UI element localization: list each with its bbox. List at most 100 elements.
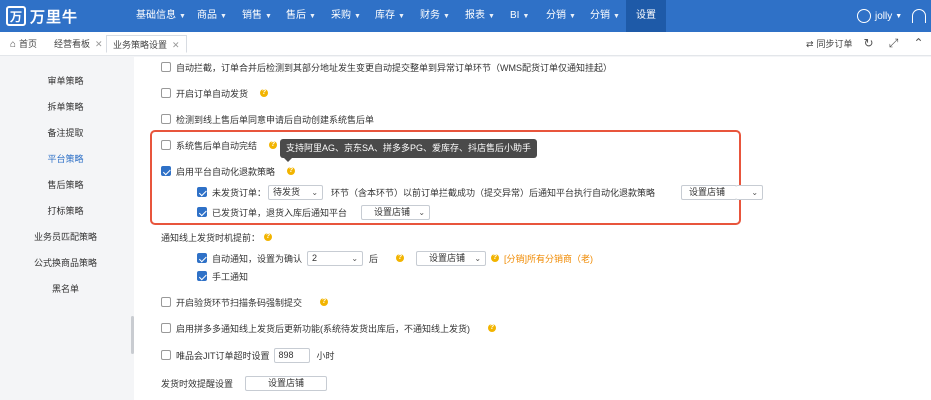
unshipped-label: 未发货订单： (212, 187, 267, 198)
sidebar-item[interactable]: 业务员匹配策略 (0, 229, 131, 245)
chevron-down-icon: ▼ (398, 13, 405, 20)
chevron-down-icon: ▼ (895, 12, 903, 20)
sync-icon: ⇄ (806, 39, 814, 49)
auto-notify-suffix: 后 (369, 253, 379, 264)
scan-force-checkbox[interactable] (161, 297, 171, 307)
logo-mark: 万 (6, 6, 26, 26)
fullscreen-icon[interactable]: ⤢ (887, 37, 900, 50)
auto-intercept-label: 自动拦截，订单合并后检测到其部分地址发生变更自动提交整单到异常订单环节（WMS配… (176, 62, 612, 73)
aftersale-complete-label: 系统售后单自动完结 (176, 140, 258, 151)
help-icon[interactable]: ? (488, 324, 496, 332)
headset-icon[interactable] (912, 9, 926, 23)
select-value: 设置店铺 (374, 206, 411, 217)
nav-label: 销售 (242, 10, 262, 21)
auto-refund-label: 启用平台自动化退款策略 (176, 166, 276, 177)
manual-notify-checkbox[interactable] (197, 271, 207, 281)
chevron-down-icon: ▼ (220, 13, 227, 20)
tab-label: 经营看板 (54, 39, 91, 49)
sidebar-item[interactable]: 拆单策略 (0, 99, 131, 115)
nav-after-sales[interactable]: 售后 ▼ (286, 0, 316, 32)
nav-inventory[interactable]: 库存 ▼ (375, 0, 405, 32)
close-icon[interactable]: ✕ (95, 39, 103, 49)
shipped-store-select[interactable]: 设置店铺 ⌄ (361, 204, 431, 220)
help-icon[interactable]: ? (287, 167, 296, 175)
sidebar-item[interactable]: 平台策略 (0, 151, 131, 167)
sync-orders-button[interactable]: ⇄ 同步订单 (806, 32, 853, 56)
nav-settings[interactable]: 设置 (626, 0, 666, 32)
setting-unshipped: 未发货订单： 待发货 ⌄ 环节（含本环节）以前订单拦截成功（提交异常）后通知平台执… (197, 184, 764, 200)
auto-notify-store-select[interactable]: 设置店铺 ⌄ (416, 250, 487, 266)
nav-label: 财务 (420, 10, 440, 21)
chevron-down-icon: ▼ (613, 13, 620, 20)
help-icon[interactable]: ? (320, 298, 329, 306)
shipped-label: 已发货订单，退货入库后通知平台 (212, 207, 348, 218)
chevron-down-icon: ▼ (179, 13, 186, 20)
vip-jit-hours-input[interactable]: 898 (273, 347, 310, 363)
setting-shipped: 已发货订单，退货入库后通知平台 设置店铺 ⌄ (197, 204, 431, 220)
nav-products[interactable]: 商品 ▼ (197, 0, 227, 32)
vip-jit-checkbox[interactable] (161, 350, 171, 360)
pdd-notify-checkbox[interactable] (161, 323, 171, 333)
help-icon[interactable]: ? (269, 141, 278, 149)
help-icon[interactable]: ? (260, 89, 269, 97)
auto-intercept-checkbox[interactable] (161, 62, 171, 72)
nav-reports[interactable]: 报表 ▼ (465, 0, 495, 32)
manual-notify-label: 手工通知 (212, 271, 249, 282)
sidebar-item[interactable]: 售后策略 (0, 177, 131, 193)
user-menu[interactable]: jolly ▼ (857, 0, 902, 32)
aftersale-complete-checkbox[interactable] (161, 140, 171, 150)
setting-auto-aftersale: 检测到线上售后单同意申请后自动创建系统售后单 (161, 111, 374, 127)
sidebar: 审单策略拆单策略备注提取平台策略售后策略打标策略业务员匹配策略 公式换商品策略 黑名… (0, 57, 134, 400)
help-icon[interactable]: ? (396, 254, 405, 262)
setting-ship-reminder: 发货时效提醒设置 设置店铺 (161, 375, 328, 391)
chevron-down-icon: ⌄ (751, 187, 759, 197)
setting-pdd-notify: 启用拼多多通知线上发货后更新功能(系统待发货出库后，不通知线上发货) ? (161, 320, 496, 336)
shipped-checkbox[interactable] (197, 207, 207, 217)
chevron-down-icon: ▼ (443, 13, 450, 20)
unshipped-checkbox[interactable] (197, 187, 207, 197)
nav-bi[interactable]: BI ▼ (510, 0, 529, 32)
nav-distribution[interactable]: 分销 ▼ (546, 0, 576, 32)
unshipped-store-button[interactable]: 设置店铺 (681, 184, 738, 200)
chevron-down-icon: ⌄ (311, 187, 319, 197)
sidebar-item[interactable]: 备注提取 (0, 125, 131, 141)
close-icon[interactable]: ✕ (172, 40, 180, 50)
setting-auto-ship: 开启订单自动发货 ? (161, 85, 269, 101)
select-value: 待发货 (273, 186, 301, 197)
nav-label: 采购 (331, 10, 351, 21)
collapse-icon[interactable]: ⌃ (912, 37, 925, 50)
tab-home[interactable]: ⌂ 首页 (4, 35, 43, 53)
nav-purchase[interactable]: 采购 ▼ (331, 0, 361, 32)
ship-reminder-store-button[interactable]: 设置店铺 (245, 375, 328, 391)
tab-business-strategy[interactable]: 业务策略设置 ✕ (106, 35, 187, 53)
help-icon[interactable]: ? (491, 254, 500, 262)
sidebar-item[interactable]: 黑名单 (0, 281, 131, 297)
refresh-icon[interactable]: ↻ (862, 37, 875, 50)
auto-refund-checkbox[interactable] (161, 166, 171, 176)
app-logo[interactable]: 万 万里牛 (6, 5, 78, 27)
nav-sales[interactable]: 销售 ▼ (242, 0, 272, 32)
tab-dashboard[interactable]: 经营看板 ✕ (48, 35, 109, 53)
chevron-down-icon: ▼ (309, 13, 316, 20)
nav-distribution-2[interactable]: 分销 ▼ (590, 0, 620, 32)
nav-finance[interactable]: 财务 ▼ (420, 0, 450, 32)
vip-jit-unit: 小时 (316, 350, 335, 361)
chevron-down-icon: ▼ (522, 13, 530, 20)
nav-label: 库存 (375, 10, 395, 21)
nav-label: 报表 (465, 10, 485, 21)
auto-aftersale-checkbox[interactable] (161, 114, 171, 124)
setting-aftersale-complete: 系统售后单自动完结 ? (161, 137, 278, 153)
sidebar-item[interactable]: 公式换商品策略 (0, 255, 131, 271)
nav-basic-info[interactable]: 基础信息 ▼ (136, 0, 186, 32)
sidebar-item[interactable]: 审单策略 (0, 73, 131, 89)
unshipped-stage-select[interactable]: 待发货 ⌄ (268, 184, 324, 200)
auto-notify-days-select[interactable]: 2 ⌄ (307, 250, 364, 266)
auto-notify-checkbox[interactable] (197, 253, 207, 263)
unshipped-store-dropdown[interactable]: ⌄ (736, 184, 764, 200)
ship-reminder-label: 发货时效提醒设置 (161, 378, 234, 389)
auto-ship-checkbox[interactable] (161, 88, 171, 98)
help-icon[interactable]: ? (264, 233, 273, 241)
tooltip: 支持阿里AG、京东SA、拼多多PG、爱库存、抖店售后小助手 (280, 139, 538, 162)
setting-vip-jit: 唯品会JIT订单超时设置 898 小时 (161, 347, 335, 363)
sidebar-item[interactable]: 打标策略 (0, 203, 131, 219)
